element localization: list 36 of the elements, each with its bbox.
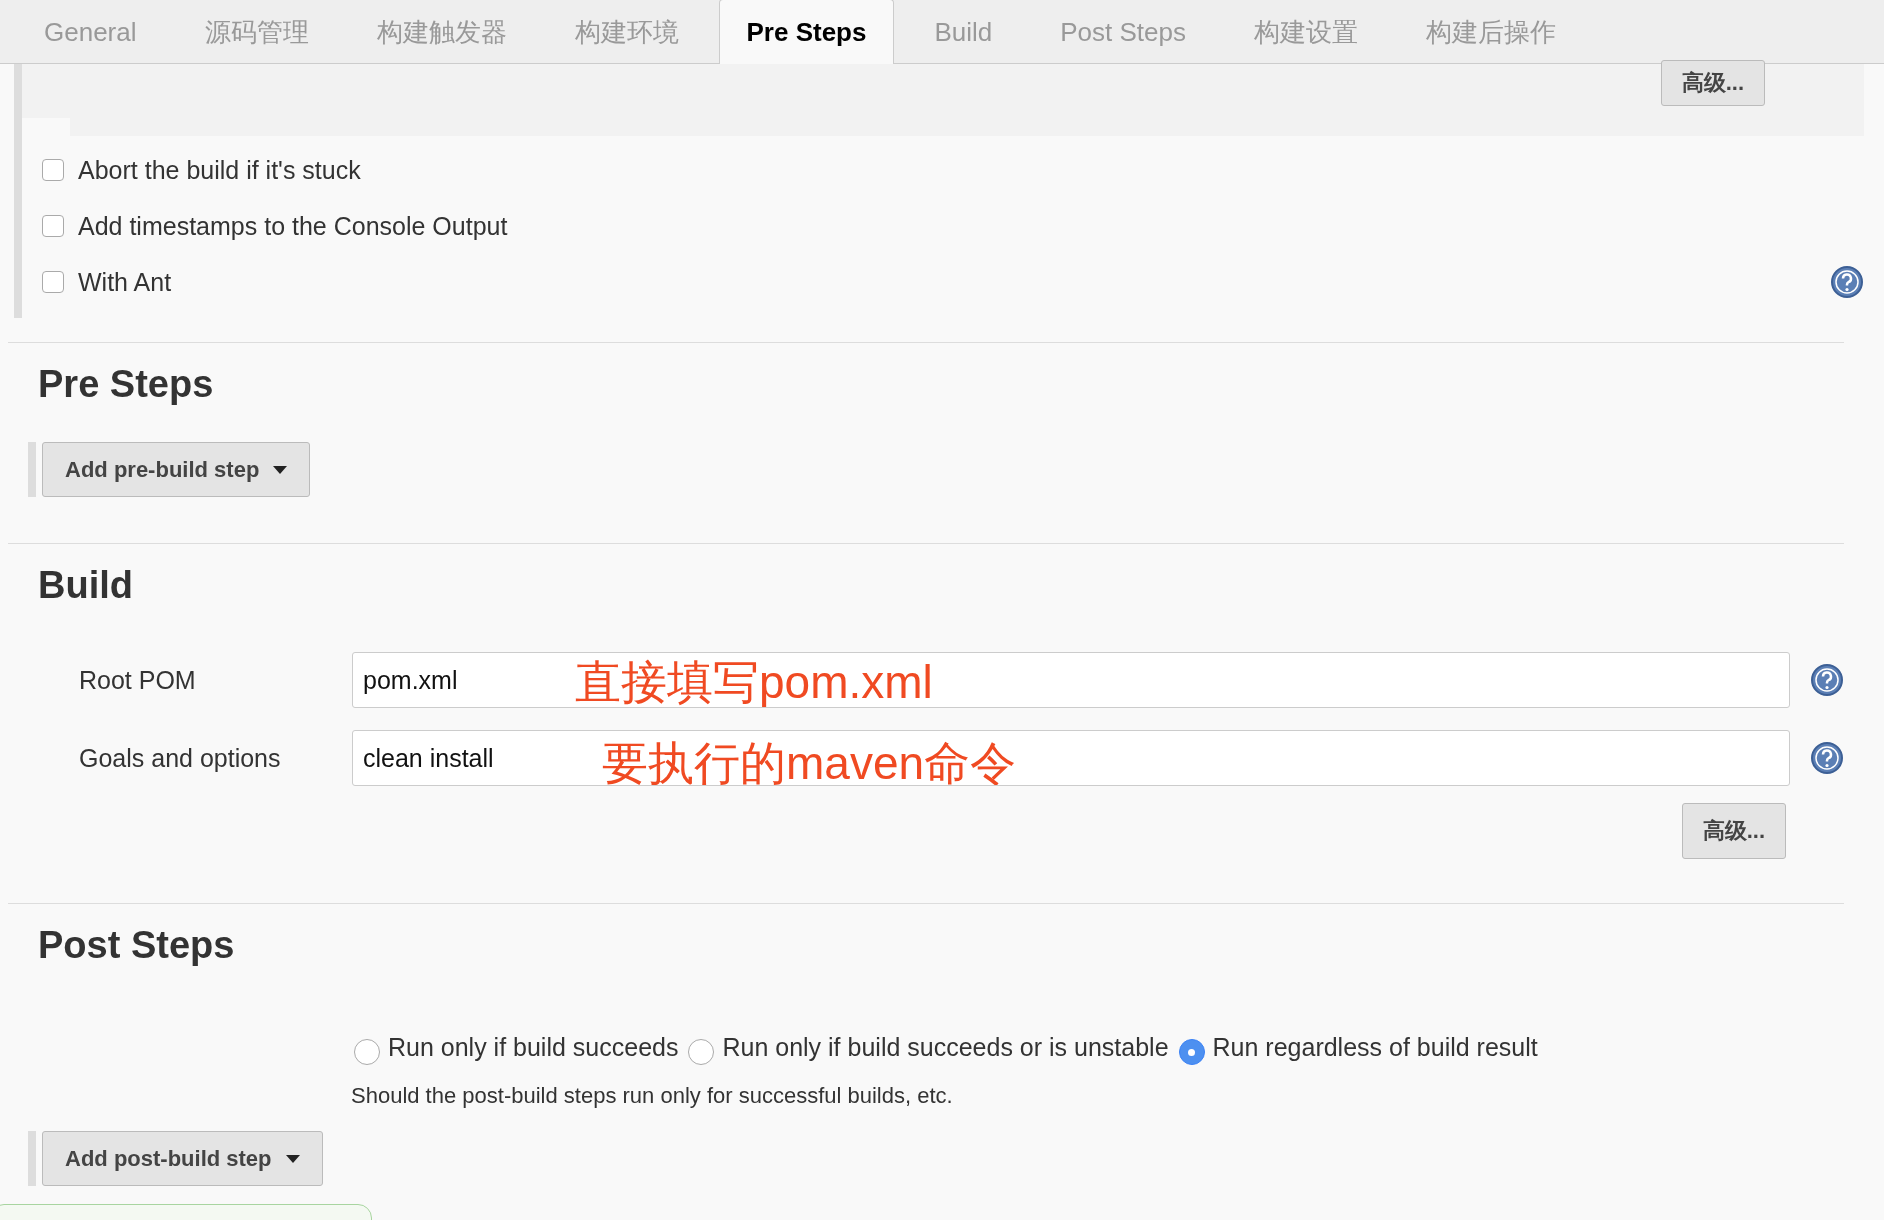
add-pre-build-step-button[interactable]: Add pre-build step [42,442,311,497]
tab[interactable]: 构建设置 [1226,1,1386,63]
tab[interactable]: 源码管理 [176,1,337,63]
caret-icon [285,1153,300,1164]
radio-button[interactable] [688,1039,715,1065]
advanced-button[interactable]: 高级... [1660,60,1765,106]
section-heading: Build [37,563,134,607]
tab[interactable]: 构建触发器 [348,1,535,63]
radio-label: Run only if build succeeds or is unstable [722,1032,1169,1062]
add-post-build-step-button[interactable]: Add post-build step [42,1131,323,1186]
tab[interactable]: Pre Steps [718,0,895,64]
help-icon[interactable] [1830,265,1864,299]
section-heading: Post Steps [37,923,236,967]
checkbox[interactable] [42,215,64,237]
checkbox-label: With Ant [78,267,172,297]
radio-label: Run only if build succeeds [388,1032,679,1062]
tab[interactable]: Post Steps [1032,1,1214,63]
caret-icon [273,464,288,475]
radio-button[interactable] [1178,1039,1205,1065]
help-text: Should the post-build steps run only for successful builds, etc. [350,1083,954,1109]
section-heading: Pre Steps [37,362,215,406]
tab[interactable]: Build [906,1,1021,63]
field-label: Root POM [78,665,197,695]
help-icon[interactable] [1810,741,1844,775]
tab[interactable]: General [16,1,165,63]
checkbox-label: Abort the build if it's stuck [78,155,361,185]
radio-button[interactable] [354,1039,380,1065]
advanced-button[interactable]: 高级... [1681,803,1786,859]
checkbox[interactable] [42,271,64,293]
help-icon[interactable] [1810,663,1844,697]
radio-label: Run regardless of build result [1212,1032,1538,1062]
checkbox[interactable] [42,159,64,181]
tab[interactable]: 构建后操作 [1398,1,1584,63]
checkbox-label: Add timestamps to the Console Output [78,211,508,241]
field-label: Goals and options [78,743,282,773]
tab[interactable]: 构建环境 [546,1,707,63]
